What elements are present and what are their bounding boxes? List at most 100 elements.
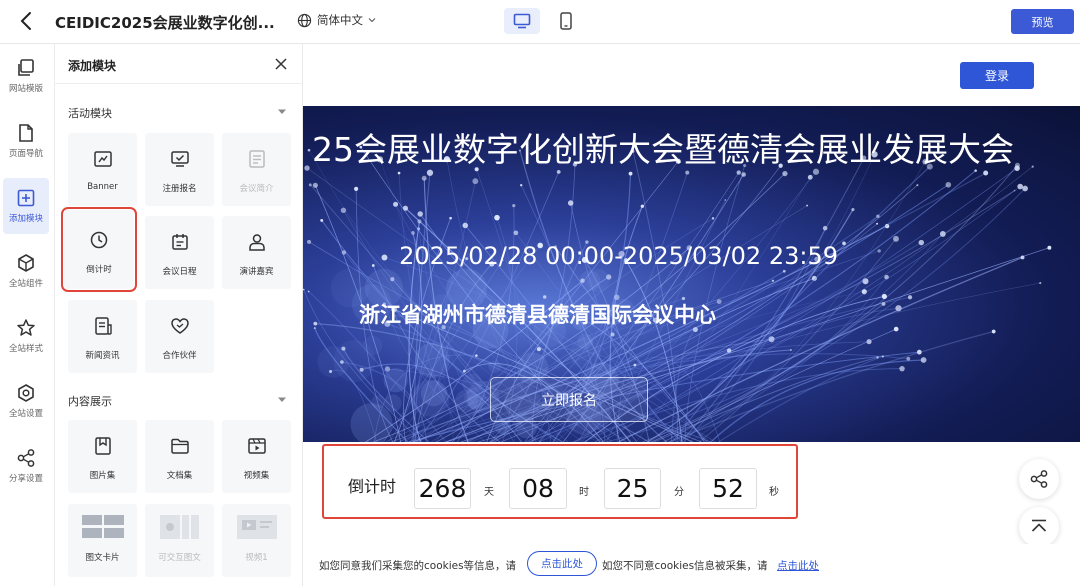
cookie-disagree-link[interactable]: 点击此处 [777,558,819,573]
close-icon [275,58,287,70]
partner-heart-icon [170,318,189,334]
desktop-icon [513,13,531,29]
image-set-icon [94,437,111,455]
module-tile-register[interactable]: 注册报名 [145,133,214,206]
rail-item-share[interactable]: 分享设置 [3,438,49,494]
cookie-agree-button[interactable]: 点击此处 [527,551,597,576]
rail-item-settings[interactable]: 全站设置 [3,373,49,429]
speaker-icon [248,234,265,251]
mobile-icon [560,12,572,30]
section-title-activity: 活动模块 [68,107,112,120]
folder-icon [170,438,189,454]
countdown-hours-unit: 时 [579,487,589,498]
module-tile-video-set[interactable]: 视频集 [222,420,291,493]
tile-label: 倒计时 [86,265,112,275]
preview-button[interactable]: 预览 [1011,9,1074,34]
tile-label: 图文卡片 [85,553,120,563]
tile-label: 会议简介 [239,184,274,194]
page-canvas: 登录 25会展业数字化创新大会暨德清会展业发展大会 2025/02/28 00:… [303,44,1080,586]
rail-item-styles[interactable]: 全站样式 [3,308,49,364]
rail-item-add-module[interactable]: 添加模块 [3,178,49,234]
add-module-panel: 添加模块 活动模块 Banner 注册报名 会议简介 倒计时 会议日程 演讲嘉宾… [55,44,303,586]
news-icon [94,317,112,335]
left-rail: 网站模版 页面导航 添加模块 全站组件 全站样式 全站设置 分享设置 [0,44,55,586]
rail-item-label: 全站样式 [8,344,43,354]
tile-label: 新闻资讯 [85,351,120,361]
countdown-days-unit: 天 [484,487,494,498]
countdown-minutes-unit: 分 [674,487,684,498]
language-label: 简体中文 [317,13,363,27]
cube-icon [18,254,34,272]
tile-label: 注册报名 [162,184,197,194]
rail-item-label: 全站组件 [8,279,43,289]
hero-banner[interactable]: 25会展业数字化创新大会暨德清会展业发展大会 2025/02/28 00:00-… [303,106,1080,442]
cookie-consent-bar: 如您同意我们采集您的cookies等信息，请 点击此处 如您不同意cookies… [303,544,1080,586]
tile-label: 视频1 [245,553,268,563]
share-icon [17,449,35,467]
module-tile-banner[interactable]: Banner [68,133,137,206]
star-style-icon [17,319,35,336]
intro-icon [248,150,265,168]
section-title-content: 内容展示 [68,395,112,408]
card-icon [81,515,124,538]
interactive-icon [159,515,199,539]
rail-item-templates[interactable]: 网站模版 [3,48,49,104]
rail-item-components[interactable]: 全站组件 [3,243,49,299]
countdown-days: 268 [414,468,471,509]
top-bar: CEIDIC2025会展业数字化创... 简体中文 预览 [0,0,1080,44]
banner-date: 2025/02/28 00:00-2025/03/02 23:59 [303,242,838,270]
countdown-module[interactable]: 倒计时 268 天 08 时 25 分 52 秒 [322,444,798,519]
module-tile-intro[interactable]: 会议简介 [222,133,291,206]
tile-label: 演讲嘉宾 [239,267,274,277]
schedule-icon [171,234,188,250]
module-tile-schedule[interactable]: 会议日程 [145,216,214,289]
clock-icon [90,231,108,249]
mobile-view-button[interactable] [552,8,580,34]
add-module-icon [17,189,35,207]
module-tile-card[interactable]: 图文卡片 [68,504,137,577]
countdown-seconds-unit: 秒 [769,487,779,498]
site-title: CEIDIC2025会展业数字化创... [55,14,275,32]
panel-title: 添加模块 [68,59,117,73]
back-button[interactable] [14,8,40,34]
login-button[interactable]: 登录 [960,62,1034,89]
module-tile-image-set[interactable]: 图片集 [68,420,137,493]
tile-label: 图片集 [89,471,116,481]
share-floating-button[interactable] [1019,459,1059,499]
panel-header: 添加模块 [55,44,303,84]
banner-venue: 浙江省湖州市德清县德清国际会议中心 [359,303,716,327]
module-tile-doc-set[interactable]: 文档集 [145,420,214,493]
module-tile-interactive[interactable]: 可交互图文 [145,504,214,577]
tile-label: 视频集 [243,471,270,481]
rail-item-pages[interactable]: 页面导航 [3,113,49,169]
tile-label: 文档集 [166,471,193,481]
register-now-button[interactable]: 立即报名 [490,377,648,422]
close-button[interactable] [273,56,289,72]
countdown-seconds: 52 [699,468,757,509]
chevron-left-icon [20,12,31,30]
caret-down-icon[interactable] [277,108,287,116]
video1-icon [236,515,277,539]
countdown-hours: 08 [509,468,567,509]
module-tile-partners[interactable]: 合作伙伴 [145,300,214,373]
module-tile-countdown[interactable]: 倒计时 [61,207,137,292]
register-icon [170,151,189,167]
desktop-view-button[interactable] [504,8,540,34]
share-icon [1030,470,1048,488]
template-icon [18,59,34,76]
module-tile-news[interactable]: 新闻资讯 [68,300,137,373]
countdown-minutes: 25 [604,468,661,509]
video-icon [247,438,266,454]
caret-down-icon[interactable] [277,396,287,404]
language-selector[interactable]: 简体中文 [297,12,376,28]
rail-item-label: 网站模版 [8,84,43,94]
banner-date-text: 2025/02/28 00:00-2025/03/02 23:59 [399,242,838,270]
tile-label: Banner [87,182,118,192]
module-tile-video1[interactable]: 视频1 [222,504,291,577]
back-to-top-button[interactable] [1019,507,1059,547]
banner-icon [93,151,112,167]
cookie-text-disagree: 如您不同意cookies信息被采集，请 [602,560,768,572]
rail-item-label: 页面导航 [8,149,43,159]
module-tile-speakers[interactable]: 演讲嘉宾 [222,216,291,289]
arrow-up-to-top-icon [1031,519,1047,532]
